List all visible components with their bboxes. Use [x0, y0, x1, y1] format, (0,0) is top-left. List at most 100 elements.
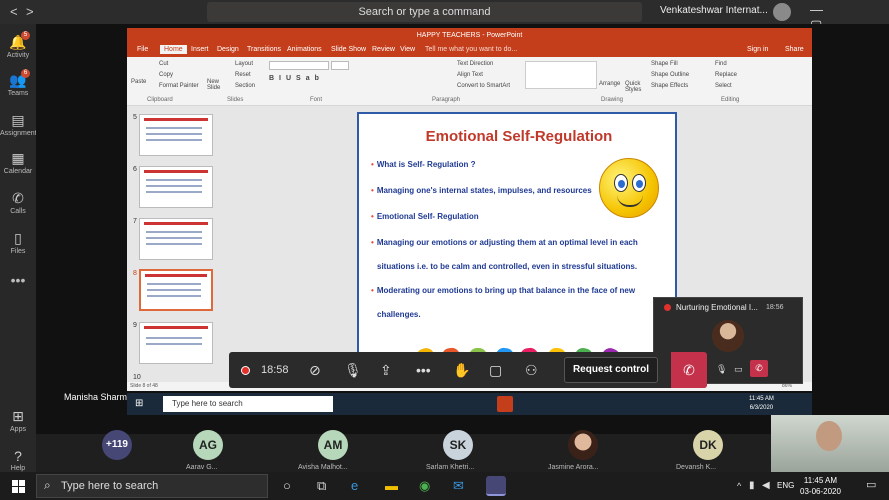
slide-thumbnail[interactable] — [139, 218, 213, 260]
text-direction-button[interactable]: Text Direction — [457, 61, 493, 67]
arrange-button[interactable]: Arrange — [599, 81, 620, 87]
find-button[interactable]: Find — [715, 61, 727, 67]
shape-fill-button[interactable]: Shape Fill — [651, 61, 678, 67]
signin-link[interactable]: Sign in — [747, 46, 768, 53]
slide-thumbnail[interactable] — [139, 166, 213, 208]
tab-home[interactable]: Home — [160, 45, 187, 54]
more-apps-icon[interactable]: ••• — [0, 272, 36, 288]
participant-avatar[interactable]: DK — [693, 430, 723, 460]
teams-icon: 👥 — [9, 72, 27, 88]
participants-icon[interactable]: ⚇ — [525, 362, 538, 379]
font-format-buttons[interactable]: BIUSab — [269, 75, 324, 82]
participant-avatar[interactable]: AG — [193, 430, 223, 460]
slide-thumbnail-pane[interactable]: 5 6 7 8 9 10 — [127, 106, 222, 386]
chrome-icon[interactable]: ◉ — [419, 478, 430, 494]
tab-animations[interactable]: Animations — [287, 46, 322, 53]
tab-insert[interactable]: Insert — [191, 46, 209, 53]
share-tray-icon[interactable]: ⇪ — [380, 362, 392, 379]
taskbar-search-input[interactable]: Type here to search — [36, 474, 268, 498]
participant-avatar[interactable]: SK — [443, 430, 473, 460]
cortana-icon[interactable]: ○ — [283, 478, 291, 493]
bell-icon: 🔔 — [9, 34, 27, 50]
user-avatar[interactable] — [773, 3, 791, 21]
tell-me-input[interactable]: Tell me what you want to do... — [425, 46, 517, 53]
forward-button[interactable]: > — [26, 4, 34, 19]
rail-teams[interactable]: 👥 6 Teams — [0, 69, 36, 97]
language-indicator[interactable]: ENG — [777, 481, 794, 490]
rail-help[interactable]: ? Help — [0, 448, 36, 472]
font-name-select[interactable] — [269, 61, 329, 70]
system-clock[interactable]: 11:45 AM 03-06-2020 — [800, 475, 841, 497]
teams-taskbar-icon[interactable] — [486, 476, 506, 496]
camera-off-icon[interactable]: ⊘ — [309, 362, 321, 379]
rail-label: Activity — [6, 52, 30, 59]
tab-slide-show[interactable]: Slide Show — [331, 46, 366, 53]
replace-button[interactable]: Replace — [715, 72, 737, 78]
rail-files[interactable]: ▯ Files — [0, 230, 36, 255]
slide-thumbnail-selected[interactable] — [139, 269, 213, 311]
hang-up-button[interactable]: ✆ — [671, 352, 707, 388]
share-button[interactable]: Share — [785, 46, 804, 53]
raise-hand-icon[interactable]: ✋ — [453, 362, 470, 379]
chat-icon[interactable]: ▢ — [489, 362, 502, 379]
slide-thumbnail[interactable] — [139, 322, 213, 364]
mic-icon[interactable]: 🎙 — [716, 364, 727, 375]
self-video-preview[interactable] — [771, 415, 889, 473]
rail-activity[interactable]: 🔔 5 Activity — [0, 31, 36, 59]
slide-thumbnail[interactable] — [139, 114, 213, 156]
shape-effects-button[interactable]: Shape Effects — [651, 83, 688, 89]
more-actions-icon[interactable]: ••• — [416, 362, 431, 378]
tab-view[interactable]: View — [400, 46, 415, 53]
paste-button[interactable]: Paste — [131, 79, 146, 85]
shapes-gallery[interactable] — [525, 61, 597, 89]
tab-file[interactable]: File — [137, 46, 148, 53]
back-button[interactable]: < — [10, 4, 18, 19]
teams-title-bar: < > Search or type a command Venkateshwa… — [0, 0, 889, 48]
edge-icon[interactable]: e — [351, 478, 358, 493]
participant-avatar-photo[interactable] — [568, 430, 598, 460]
windows-start-icon[interactable] — [12, 480, 25, 493]
shared-clock: 11:45 AM 6/3/2020 — [749, 395, 774, 413]
cut-button[interactable]: Cut — [159, 61, 168, 67]
select-button[interactable]: Select — [715, 83, 732, 89]
current-slide[interactable]: Emotional Self-Regulation • What is Self-… — [357, 112, 677, 383]
request-control-button[interactable]: Request control — [564, 357, 658, 383]
command-search-input[interactable]: Search or type a command — [207, 2, 642, 22]
reset-button[interactable]: Reset — [235, 72, 251, 78]
recording-icon — [664, 304, 671, 311]
rail-assignments[interactable]: ▤ Assignments — [0, 112, 40, 137]
shared-search-box: Type here to search — [163, 396, 333, 412]
rail-apps[interactable]: ⊞ Apps — [0, 408, 36, 433]
rail-calendar[interactable]: ▦ Calendar — [0, 150, 36, 175]
font-size-select[interactable] — [331, 61, 349, 70]
org-switcher[interactable]: Venkateshwar Internat... — [660, 5, 768, 16]
network-icon[interactable]: ▮ — [749, 480, 755, 491]
align-text-button[interactable]: Align Text — [457, 72, 483, 78]
section-button[interactable]: Section — [235, 83, 255, 89]
volume-icon[interactable]: ◀ — [762, 480, 770, 491]
shape-outline-button[interactable]: Shape Outline — [651, 72, 689, 78]
slide-bullet: • What is Self- Regulation ? — [371, 160, 476, 169]
tab-review[interactable]: Review — [372, 46, 395, 53]
notification-icon[interactable]: ▭ — [866, 478, 876, 491]
task-view-icon[interactable]: ⧉ — [317, 478, 326, 494]
tab-design[interactable]: Design — [217, 46, 239, 53]
mini-meeting-timer: 18:56 — [766, 304, 784, 311]
convert-smartart-button[interactable]: Convert to SmartArt — [457, 83, 510, 89]
rail-calls[interactable]: ✆ Calls — [0, 190, 36, 215]
more-participants-button[interactable]: +119 — [102, 430, 132, 460]
share-screen-icon[interactable]: ▭ — [734, 364, 743, 375]
new-slide-button[interactable]: New Slide — [207, 79, 225, 91]
hang-up-icon[interactable]: ✆ — [750, 360, 768, 377]
layout-button[interactable]: Layout — [235, 61, 253, 67]
format-painter-button[interactable]: Format Painter — [159, 83, 199, 89]
tab-transitions[interactable]: Transitions — [247, 46, 281, 53]
participant-avatar[interactable]: AM — [318, 430, 348, 460]
quick-styles-button[interactable]: Quick Styles — [625, 81, 645, 93]
mic-off-icon[interactable]: 🎙 — [344, 362, 362, 379]
file-explorer-icon[interactable]: ▬ — [385, 478, 398, 493]
group-editing: Editing — [721, 97, 740, 103]
tray-chevron-icon[interactable]: ^ — [737, 481, 741, 491]
mail-icon[interactable]: ✉ — [453, 478, 464, 494]
copy-button[interactable]: Copy — [159, 72, 173, 78]
